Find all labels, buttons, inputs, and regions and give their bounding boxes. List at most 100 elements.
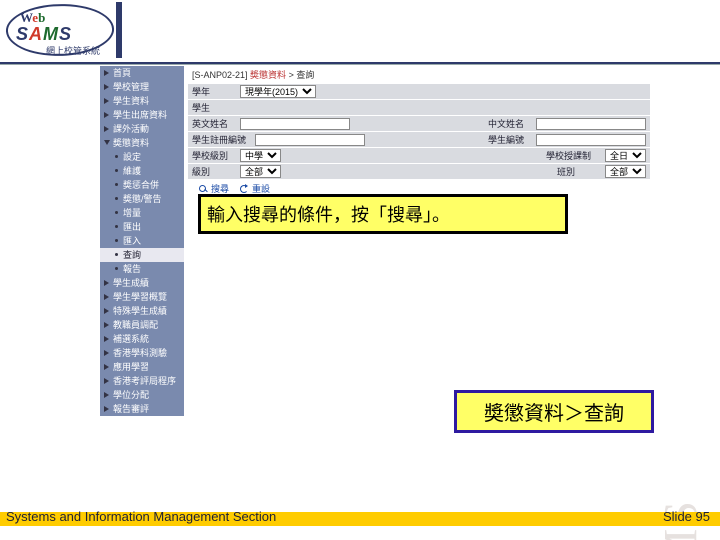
chevron-right-icon	[104, 280, 110, 286]
select-year[interactable]: 現學年(2015)	[240, 85, 316, 98]
sidebar-item-12[interactable]: 匯入	[100, 234, 184, 248]
sidebar-item-19[interactable]: 補選系統	[100, 332, 184, 346]
dot-icon	[114, 224, 120, 230]
logo-web-b: b	[38, 10, 45, 25]
sidebar-item-label: 報告審評	[113, 403, 149, 415]
sidebar-item-label: 奬惩合併	[123, 179, 159, 191]
sidebar-item-label: 補選系統	[113, 333, 149, 345]
sidebar-item-24[interactable]: 報告審評	[100, 402, 184, 416]
sidebar-item-17[interactable]: 特殊學生成績	[100, 304, 184, 318]
logo-subtitle: 網上校管系統	[46, 44, 100, 57]
sidebar-item-15[interactable]: 學生成績	[100, 276, 184, 290]
chevron-right-icon	[104, 98, 110, 104]
sidebar-item-0[interactable]: 首頁	[100, 66, 184, 80]
select-session[interactable]: 全日	[605, 149, 646, 162]
sidebar-item-label: 學生資料	[113, 95, 149, 107]
input-eng-name[interactable]	[240, 118, 350, 130]
footer-right: Slide 95	[663, 509, 710, 524]
footer-slide-label: Slide	[663, 509, 696, 524]
chevron-right-icon	[104, 364, 110, 370]
logo-divider	[116, 2, 122, 58]
sidebar-item-9[interactable]: 奬懲/警告	[100, 192, 184, 206]
sidebar-item-1[interactable]: 學校管理	[100, 80, 184, 94]
sidebar-item-6[interactable]: 設定	[100, 150, 184, 164]
sidebar-item-22[interactable]: 香港考評局程序	[100, 374, 184, 388]
sidebar-item-label: 奬懲資料	[113, 137, 149, 149]
dot-icon	[114, 266, 120, 272]
sidebar-item-21[interactable]: 應用學習	[100, 360, 184, 374]
logo-sams-s2: S	[59, 24, 72, 44]
chevron-right-icon	[104, 70, 110, 76]
sidebar-item-label: 查詢	[123, 249, 141, 261]
label-student: 學生	[192, 101, 237, 114]
sidebar-item-label: 學生學習概覽	[113, 291, 167, 303]
sidebar-item-label: 匯出	[123, 221, 141, 233]
chevron-right-icon	[104, 322, 110, 328]
logo-sams-s1: S	[16, 24, 29, 44]
breadcrumb: [S-ANP02-21] 奬懲資料 > 查詢	[188, 66, 650, 83]
select-school-level[interactable]: 中學	[240, 149, 281, 162]
chevron-right-icon	[104, 406, 110, 412]
sidebar-item-14[interactable]: 報告	[100, 262, 184, 276]
sidebar-item-7[interactable]: 維護	[100, 164, 184, 178]
label-student-no: 學生編號	[488, 133, 533, 146]
sidebar-item-label: 首頁	[113, 67, 131, 79]
sidebar-item-8[interactable]: 奬惩合併	[100, 178, 184, 192]
breadcrumb-part2: 查詢	[296, 70, 314, 80]
sidebar-item-3[interactable]: 學生出席資料	[100, 108, 184, 122]
chevron-right-icon	[104, 308, 110, 314]
label-school-level: 學校級別	[192, 149, 237, 162]
sidebar-item-10[interactable]: 增量	[100, 206, 184, 220]
input-student-no[interactable]	[536, 134, 646, 146]
sidebar-item-5[interactable]: 奬懲資料	[100, 136, 184, 150]
logo: Web SAMS 網上校管系統	[6, 4, 116, 58]
sidebar-item-label: 報告	[123, 263, 141, 275]
search-icon	[198, 184, 208, 194]
logo-web-w: W	[20, 10, 32, 25]
logo-sams-a: A	[29, 24, 43, 44]
dot-icon	[114, 154, 120, 160]
chevron-right-icon	[104, 294, 110, 300]
title-banner: 奬懲資料＞查詢	[454, 390, 654, 433]
footer-slide-number: 95	[696, 509, 710, 524]
select-class[interactable]: 全部	[605, 165, 646, 178]
sidebar-item-2[interactable]: 學生資料	[100, 94, 184, 108]
chevron-right-icon	[104, 84, 110, 90]
label-year: 學年	[192, 85, 237, 98]
content-panel: [S-ANP02-21] 奬懲資料 > 查詢 學年 現學年(2015) 學生 英…	[188, 66, 650, 198]
input-chi-name[interactable]	[536, 118, 646, 130]
sidebar-item-label: 學生成績	[113, 277, 149, 289]
chevron-right-icon	[104, 336, 110, 342]
sidebar-item-16[interactable]: 學生學習概覽	[100, 290, 184, 304]
sidebar-item-label: 學生出席資料	[113, 109, 167, 121]
label-chi-name: 中文姓名	[488, 117, 533, 130]
dot-icon	[114, 168, 120, 174]
dot-icon	[114, 210, 120, 216]
form-row-ids: 學生註冊編號 學生編號	[188, 131, 650, 147]
select-level[interactable]: 全部	[240, 165, 281, 178]
sidebar: 首頁學校管理學生資料學生出席資料課外活動奬懲資料設定維護奬惩合併奬懲/警告增量匯…	[100, 66, 184, 416]
breadcrumb-sep: >	[286, 70, 296, 80]
label-level: 級別	[192, 165, 237, 178]
form-row-names: 英文姓名 中文姓名	[188, 115, 650, 131]
form-row-student: 學生	[188, 99, 650, 115]
dot-icon	[114, 238, 120, 244]
sidebar-item-20[interactable]: 香港學科測驗	[100, 346, 184, 360]
chevron-down-icon	[104, 140, 110, 146]
sidebar-item-4[interactable]: 課外活動	[100, 122, 184, 136]
sidebar-item-18[interactable]: 教職員調配	[100, 318, 184, 332]
sidebar-item-13[interactable]: 查詢	[100, 248, 184, 262]
input-reg-no[interactable]	[255, 134, 365, 146]
sidebar-item-label: 香港考評局程序	[113, 375, 176, 387]
sidebar-item-label: 教職員調配	[113, 319, 158, 331]
sidebar-item-23[interactable]: 學位分配	[100, 388, 184, 402]
breadcrumb-part1: 奬懲資料	[250, 70, 286, 80]
sidebar-item-11[interactable]: 匯出	[100, 220, 184, 234]
dot-icon	[114, 196, 120, 202]
sidebar-item-label: 奬懲/警告	[123, 193, 162, 205]
sidebar-item-label: 課外活動	[113, 123, 149, 135]
chevron-right-icon	[104, 378, 110, 384]
label-reg-no: 學生註冊編號	[192, 133, 252, 146]
dot-icon	[114, 182, 120, 188]
sidebar-item-label: 特殊學生成績	[113, 305, 167, 317]
